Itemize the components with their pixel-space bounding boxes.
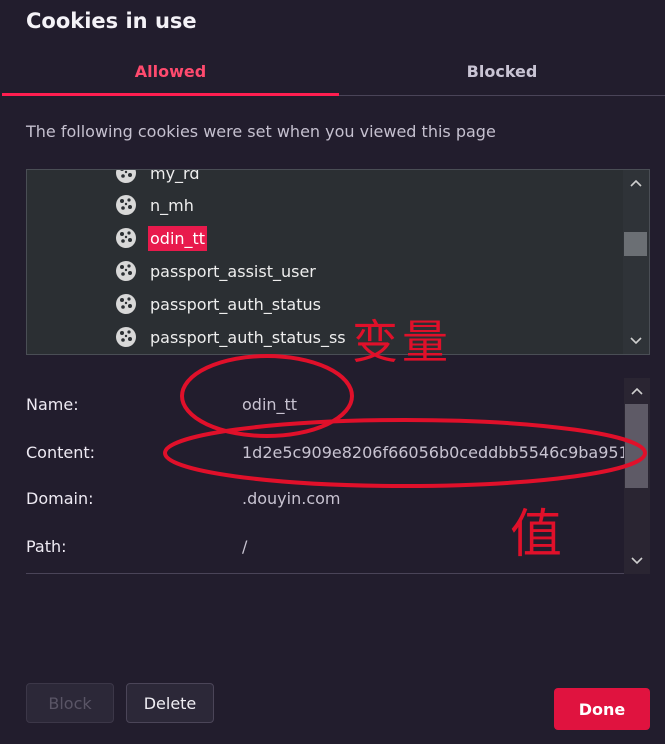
cookie-icon	[115, 293, 137, 315]
scroll-up-icon[interactable]	[623, 172, 649, 194]
cookie-item-passport-assist-user[interactable]: passport_assist_user	[115, 257, 318, 285]
cookie-icon	[115, 170, 137, 184]
cookie-list-scrollbar[interactable]	[623, 170, 649, 354]
cookie-item-n-mh[interactable]: n_mh	[115, 191, 196, 219]
tab-bar: Allowed Blocked	[0, 58, 665, 96]
cookie-item-passport-auth-status[interactable]: passport_auth_status	[115, 290, 323, 318]
tab-allowed[interactable]: Allowed	[2, 58, 339, 96]
cookie-item-odin-tt[interactable]: odin_tt	[115, 224, 208, 252]
details-scrollbar[interactable]	[624, 378, 650, 574]
cookie-icon	[115, 326, 137, 348]
detail-content-row: Content: 1d2e5c909e8206f66056b0ceddbb554…	[26, 438, 638, 468]
detail-content-value: 1d2e5c909e8206f66056b0ceddbb5546c9ba951c	[242, 443, 638, 462]
detail-name-value: odin_tt	[242, 395, 298, 414]
cookie-icon	[115, 194, 137, 216]
tab-blocked-label: Blocked	[466, 62, 538, 81]
detail-name-row: Name: odin_tt	[26, 390, 626, 420]
scroll-up-icon[interactable]	[624, 380, 650, 402]
cookie-item-label: odin_tt	[148, 225, 208, 251]
detail-path-label: Path:	[26, 537, 67, 556]
cookie-item-label: passport_assist_user	[150, 261, 316, 281]
detail-domain-label: Domain:	[26, 489, 94, 508]
cookie-item-label: n_mh	[150, 195, 194, 215]
cookie-item-label: passport_auth_status_ss	[150, 327, 346, 347]
dialog-title: Cookies in use	[26, 9, 197, 33]
tab-blocked[interactable]: Blocked	[339, 58, 665, 96]
cookie-item-my-rd[interactable]: my_rd	[115, 169, 202, 187]
detail-name-label: Name:	[26, 395, 79, 414]
scroll-thumb[interactable]	[624, 232, 647, 256]
scroll-thumb[interactable]	[625, 404, 648, 488]
detail-content-label: Content:	[26, 443, 96, 462]
value-annotation: 值	[510, 505, 563, 565]
delete-button[interactable]: Delete	[126, 683, 214, 723]
block-button[interactable]: Block	[26, 683, 114, 723]
cookie-item-label: my_rd	[150, 169, 200, 183]
cookies-description: The following cookies were set when you …	[26, 122, 496, 141]
done-button[interactable]: Done	[554, 688, 650, 730]
cookie-item-passport-auth-status-ss[interactable]: passport_auth_status_ss	[115, 323, 348, 351]
cookie-icon	[115, 260, 137, 282]
cookie-list[interactable]: my_rd n_mh odin_tt passport_assist_user …	[26, 169, 650, 355]
scroll-down-icon[interactable]	[624, 550, 650, 572]
cookie-item-label: passport_auth_status	[150, 294, 321, 314]
detail-domain-value: .douyin.com	[242, 489, 341, 508]
cookie-icon	[115, 227, 137, 249]
scroll-down-icon[interactable]	[623, 330, 649, 352]
annotation-overlay	[163, 354, 647, 488]
detail-path-value: /	[242, 537, 248, 556]
variable-annotation: 变量	[352, 315, 452, 369]
